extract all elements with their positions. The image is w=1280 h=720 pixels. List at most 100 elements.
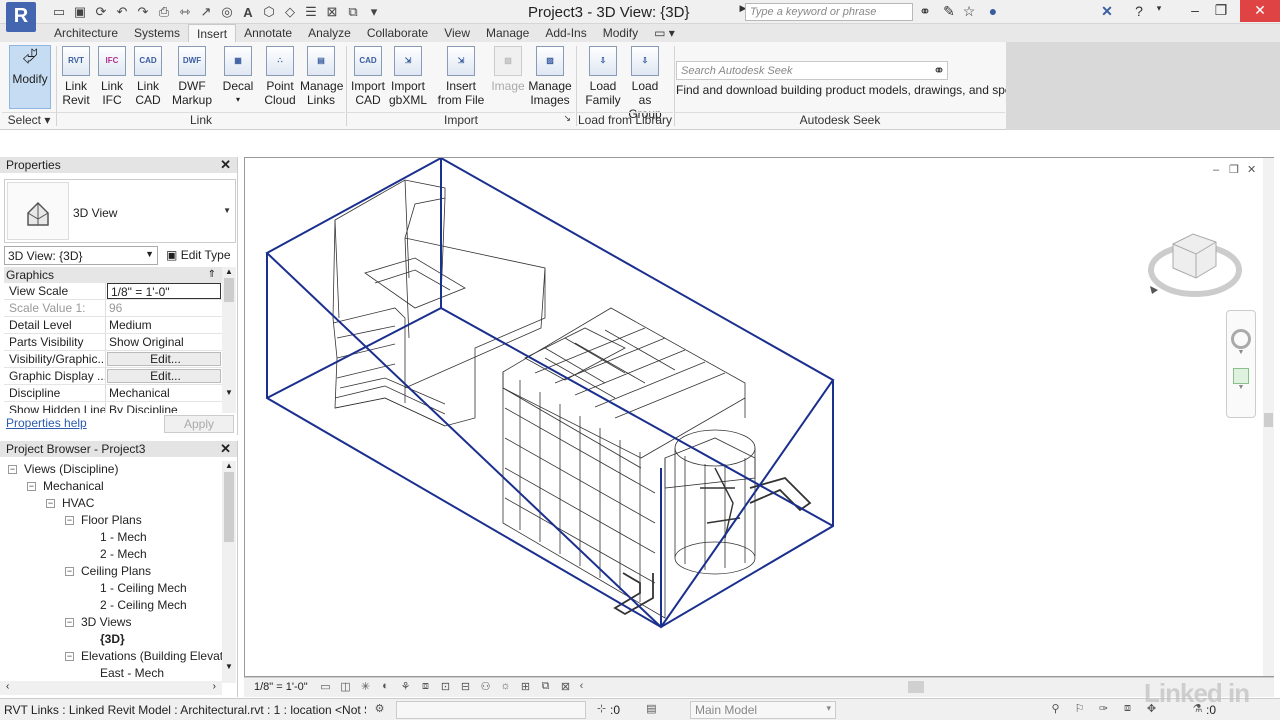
view-scale-button[interactable]: 1/8" = 1'-0" [254,681,308,693]
browser-scrollbar[interactable]: ▲ ▼ [222,461,236,683]
load-as-group-button[interactable]: ⇩ Load as Group [624,44,666,121]
seek-binoculars-icon[interactable]: ⚭ [930,62,948,80]
render-icon[interactable]: ⚘ [398,680,413,695]
scroll-left-icon[interactable]: ‹ [574,680,589,695]
hscroll-thumb[interactable] [908,681,924,693]
scroll-right-icon[interactable]: › [213,681,216,692]
insert-from-file-button[interactable]: ⇲ Insert from File [436,44,486,107]
detail-level-icon[interactable]: ▭ [318,680,333,695]
tree-node[interactable]: − Elevations (Building Elevatic [0,648,222,665]
sun-path-icon[interactable]: ✳ [358,680,373,695]
tab-architecture[interactable]: Architecture [46,24,126,42]
close-icon[interactable]: ✕ [220,157,231,173]
close-window-button[interactable]: ✕ [1240,0,1280,22]
apply-button[interactable]: Apply [164,415,234,433]
scroll-down-icon[interactable]: ▼ [222,662,236,671]
app-menu-button[interactable]: R [6,2,36,32]
full-navigation-wheel-icon[interactable] [1231,329,1251,349]
tree-node[interactable]: −3D Views [0,614,222,631]
collapse-toggle-icon[interactable]: − [65,652,74,661]
collapse-toggle-icon[interactable]: − [27,482,36,491]
scroll-left-icon[interactable]: ‹ [6,681,9,692]
collapse-toggle-icon[interactable]: − [65,618,74,627]
select-by-face-icon[interactable]: ⧈ [1120,702,1135,717]
prop-value[interactable]: By Discipline [106,402,222,413]
tab-modify[interactable]: Modify [595,24,646,42]
tab-annotate[interactable]: Annotate [236,24,300,42]
dialog-launcher-icon[interactable]: ↘ [563,113,571,124]
tab-manage[interactable]: Manage [478,24,537,42]
favorites-star-icon[interactable]: ☆ [960,3,978,21]
graphics-section-header[interactable]: Graphics ⇑ [4,267,222,283]
graphic-display-edit-button[interactable]: Edit... [107,369,221,383]
scroll-thumb[interactable] [224,472,234,542]
manage-images-button[interactable]: ▨ Manage Images [528,44,572,107]
switch-windows-icon[interactable]: ⧉ [344,3,362,21]
properties-help-link[interactable]: Properties help [6,416,87,430]
wheel-dropdown-icon[interactable]: ▼ [1227,349,1255,356]
modify-button[interactable]: ⮰ Modify [9,45,51,109]
tree-node[interactable]: 2 - Mech [0,546,222,563]
design-options-box[interactable] [396,701,586,719]
tag-icon[interactable]: ◎ [218,3,236,21]
editable-icon[interactable]: ⊹ [594,702,609,717]
subscription-icon[interactable]: ✎ [940,3,958,21]
manage-links-button[interactable]: ▤ Manage Links [300,44,343,107]
tree-node[interactable]: East - Mech [0,665,222,681]
scroll-thumb[interactable] [1264,413,1273,427]
tree-node[interactable]: 1 - Mech [0,529,222,546]
worksets-icon[interactable]: ⚙ [372,702,387,717]
search-input[interactable]: Type a keyword or phrase [745,3,913,21]
collapse-toggle-icon[interactable]: − [65,516,74,525]
zoom-dropdown-icon[interactable]: ▼ [1227,384,1255,391]
select-dropdown[interactable]: Select ▾ [2,112,56,128]
analytical-model-icon[interactable]: ⊠ [558,680,573,695]
temp-hide-icon[interactable]: ⚇ [478,680,493,695]
tab-view[interactable]: View [436,24,478,42]
shadows-icon[interactable]: ◐ [378,680,393,695]
load-family-button[interactable]: ⇩ Load Family [584,44,622,107]
prop-value[interactable]: Show Original [106,334,222,350]
open-icon[interactable]: ▭ [50,3,68,21]
design-options-icon[interactable]: ▤ [644,702,659,717]
redo-icon[interactable]: ↷ [134,3,152,21]
tab-insert[interactable]: Insert [188,24,237,42]
tree-node[interactable]: − Mechanical [0,478,222,495]
tree-node[interactable]: 2 - Ceiling Mech [0,597,222,614]
import-gbxml-button[interactable]: ⇲ Import gbXML [388,44,428,107]
image-button[interactable]: ▨ Image [490,44,526,93]
zoom-region-icon[interactable] [1233,368,1249,384]
seek-search-input[interactable]: Search Autodesk Seek [676,61,948,80]
viewcube[interactable] [1148,222,1242,298]
scroll-down-icon[interactable]: ▼ [222,388,236,397]
tree-node[interactable]: {3D} [0,631,222,648]
thin-lines-icon[interactable]: ☰ [302,3,320,21]
tree-node[interactable]: − Views (Discipline) [0,461,222,478]
chevron-down-icon[interactable]: ▼ [223,206,231,215]
scroll-thumb[interactable] [224,278,234,302]
select-pinned-icon[interactable]: ✑ [1096,702,1111,717]
link-revit-button[interactable]: RVT Link Revit [60,44,92,107]
sync-icon[interactable]: ⟳ [92,3,110,21]
prop-value[interactable]: Medium [106,317,222,333]
scroll-up-icon[interactable]: ▲ [222,267,236,276]
scroll-up-icon[interactable]: ▲ [222,461,236,470]
tree-node[interactable]: 1 - Ceiling Mech [0,580,222,597]
worksharing-icon[interactable]: ⧉ [538,680,553,695]
temp-view-props-icon[interactable]: ⊞ [518,680,533,695]
instance-filter-select[interactable]: 3D View: {3D} ▼ [4,246,158,265]
help-dropdown-icon[interactable]: ▾ [1150,3,1168,21]
edit-type-button[interactable]: ▣ Edit Type [162,246,236,265]
visual-style-icon[interactable]: ◫ [338,680,353,695]
model-select[interactable]: Main Model ▾ [690,701,836,719]
crop-view-icon[interactable]: ⧈ [418,680,433,695]
default-3d-view-icon[interactable]: ⬡ [260,3,278,21]
drawing-area[interactable]: – ❐ ✕ [244,157,1274,677]
binoculars-icon[interactable]: ⚭ [916,3,934,21]
link-ifc-button[interactable]: IFC Link IFC [96,44,128,107]
import-cad-button[interactable]: CAD Import CAD [350,44,386,107]
aligned-dimension-icon[interactable]: ↗ [197,3,215,21]
select-links-icon[interactable]: ⚲ [1048,702,1063,717]
close-icon[interactable]: ✕ [220,441,231,457]
decal-button[interactable]: ▦ Decal ▾ [222,44,254,107]
